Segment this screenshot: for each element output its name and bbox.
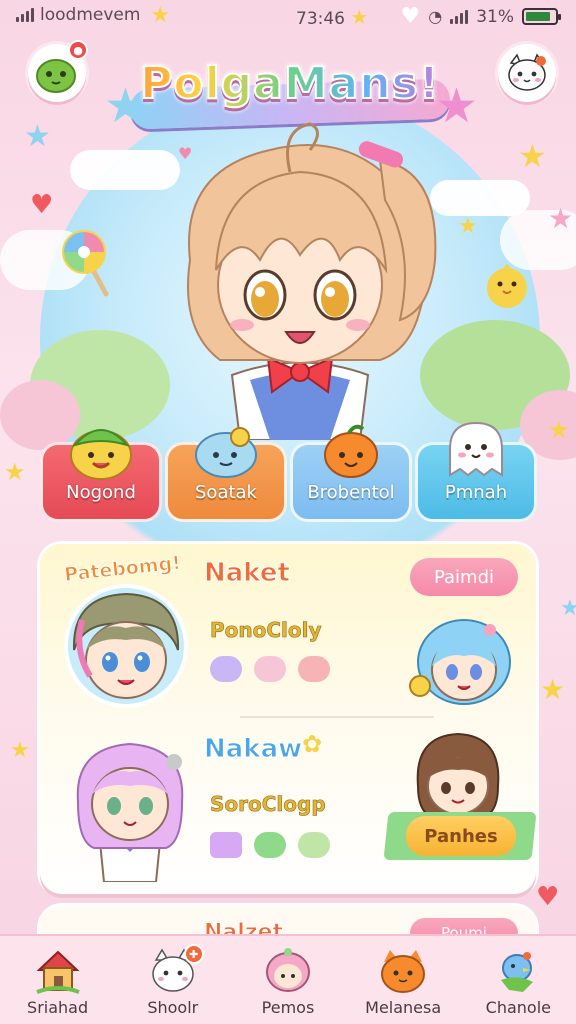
- category-button[interactable]: Brobentol: [290, 424, 412, 522]
- candy-icon[interactable]: [254, 656, 286, 682]
- reaction-icons: [210, 832, 330, 858]
- heart-icon: ♥: [30, 190, 54, 220]
- star-icon: ★: [560, 596, 576, 621]
- friend-avatar: [76, 742, 184, 882]
- heart-icon: ♥: [536, 882, 560, 912]
- chick-icon: [487, 264, 527, 308]
- friend-status: PonoCloly: [210, 618, 322, 643]
- nav-label: Shoolr: [147, 998, 199, 1017]
- battery-percent: 31%: [476, 6, 514, 27]
- invite-button[interactable]: Panhes: [406, 816, 516, 856]
- profile-button[interactable]: ●: [28, 40, 88, 102]
- status-bar: loodmevem ★ 73:46 ★ ♥ ◔ 31%: [0, 0, 576, 30]
- star-icon: ★: [540, 673, 566, 706]
- heart-icon[interactable]: [254, 832, 286, 858]
- flower-icon: ✿: [302, 730, 323, 758]
- category-row: Nogond Soatak Brobentol Pmnah: [40, 412, 538, 524]
- battery-icon: [522, 8, 561, 25]
- friend-row[interactable]: Nakaw ✿ SoroClogp Panhes: [40, 720, 537, 890]
- carrier-name: loodmevem: [40, 5, 141, 25]
- reaction-icons: [210, 656, 330, 682]
- nav-item-chat[interactable]: Chanole: [463, 946, 573, 1017]
- house-icon: [35, 950, 80, 994]
- blue-pet-icon: [195, 427, 257, 478]
- friend-name: Nakaw: [203, 734, 303, 765]
- nav-item-pets[interactable]: Pemos: [233, 946, 343, 1017]
- bottom-navigation: Sriahad ✚ Shoolr Pemos Melanesa Chanole: [0, 934, 576, 1024]
- wifi-icon: ◔: [428, 7, 443, 26]
- star-icon: ★: [458, 214, 478, 239]
- battery-fill: [526, 12, 550, 21]
- hero-character: [187, 122, 437, 440]
- friend-name: Naket: [204, 558, 291, 589]
- cat-face-icon: [508, 53, 546, 91]
- category-label: Nogond: [66, 482, 136, 503]
- cell-signal-icon: [450, 9, 469, 24]
- heart-icon[interactable]: [210, 656, 242, 682]
- heart-icon[interactable]: [298, 656, 330, 682]
- star-icon: ★: [548, 202, 574, 235]
- nav-label: Sriahad: [27, 998, 89, 1017]
- star-icon: ★: [150, 2, 171, 28]
- friends-card: Patebomg! Naket PonoCloly Paimdi Nakaw ✿…: [40, 544, 537, 894]
- friend-avatar-brown: [416, 732, 500, 817]
- category-label: Soatak: [195, 482, 257, 503]
- nav-item-friends[interactable]: Melanesa: [348, 946, 458, 1017]
- orange-fruit-icon: [324, 424, 378, 478]
- star-icon: ★: [350, 5, 369, 29]
- nav-item-home[interactable]: Sriahad: [3, 946, 113, 1017]
- game-title: PolgaMans!: [110, 57, 470, 110]
- lollipop-icon: [62, 230, 109, 297]
- nav-label: Chanole: [485, 998, 552, 1017]
- ghost-icon: [449, 421, 503, 477]
- row-divider: [240, 716, 434, 718]
- category-label: Brobentol: [307, 482, 395, 503]
- star-icon: ★: [4, 458, 26, 486]
- clock: 73:46: [296, 9, 345, 29]
- candy-icon[interactable]: [298, 832, 330, 858]
- leaf-creature-icon: [70, 429, 132, 480]
- nav-label: Melanesa: [365, 998, 442, 1017]
- notification-badge: ✚: [183, 944, 204, 964]
- nav-label: Pemos: [261, 998, 315, 1017]
- star-icon: ★: [24, 119, 51, 154]
- star-icon: ★: [10, 738, 30, 763]
- friend-avatar: [64, 584, 188, 708]
- heart-icon: ♥: [400, 4, 421, 29]
- notification-badge: ●: [68, 40, 88, 60]
- friend-row[interactable]: Patebomg! Naket PonoCloly Paimdi: [40, 544, 536, 714]
- friend-avatar-blue: [409, 619, 511, 705]
- category-label: Pmnah: [444, 482, 508, 503]
- nav-item-shop[interactable]: ✚ Shoolr: [118, 944, 228, 1017]
- bird-icon: [501, 952, 534, 992]
- category-button[interactable]: Pmnah: [415, 421, 537, 522]
- star-icon: ★: [518, 137, 547, 175]
- category-button[interactable]: Nogond: [40, 429, 162, 522]
- friend-status: SoroClogp: [210, 792, 326, 817]
- signal-icon: [16, 8, 34, 22]
- pink-character-icon: [265, 948, 310, 992]
- star-icon: ★: [548, 416, 570, 444]
- orange-cat-icon: [381, 950, 426, 993]
- gift-icon[interactable]: [210, 832, 242, 858]
- category-button[interactable]: Soatak: [165, 427, 287, 522]
- invite-button[interactable]: Paimdi: [410, 558, 518, 596]
- settings-button[interactable]: [498, 44, 556, 102]
